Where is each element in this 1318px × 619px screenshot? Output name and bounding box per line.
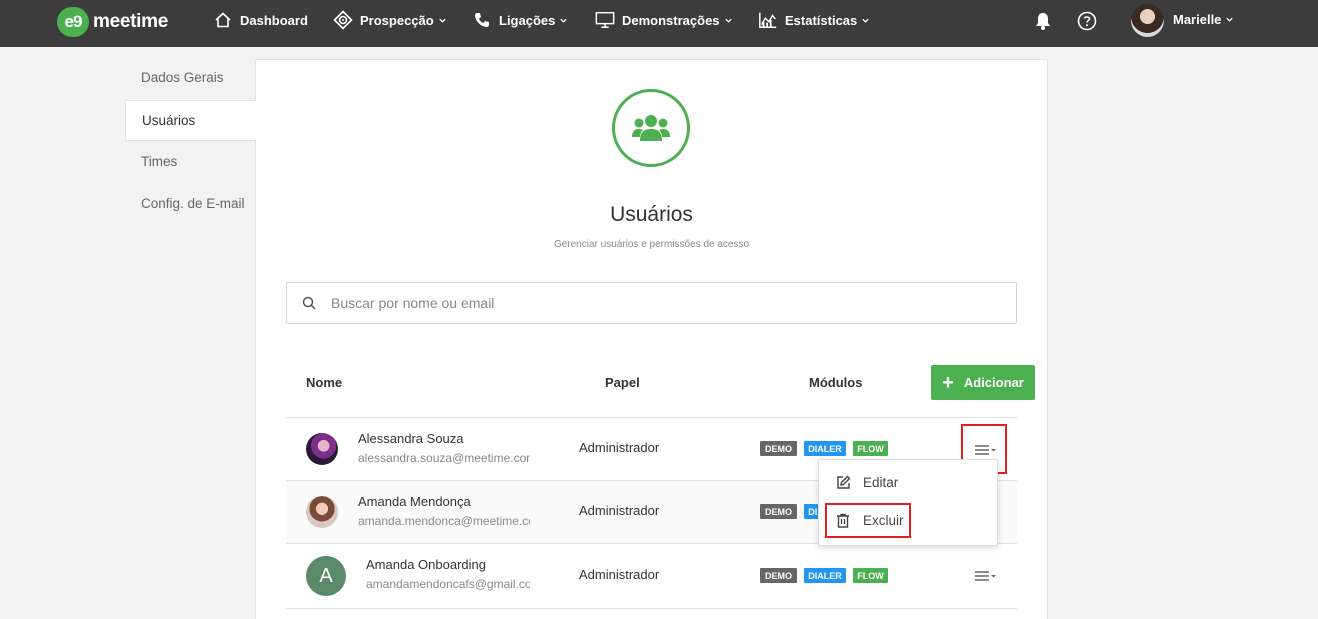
chevron-down-icon xyxy=(862,18,869,23)
nav-estatisticas[interactable]: Estatísticas xyxy=(758,0,870,40)
user-menu[interactable]: Marielle xyxy=(1173,12,1234,27)
nav-demonstracoes-label: Demonstrações xyxy=(622,12,720,28)
user-avatar[interactable] xyxy=(1131,4,1164,37)
chevron-down-icon xyxy=(560,18,568,23)
help-icon[interactable] xyxy=(1076,10,1098,32)
avatar: A xyxy=(306,556,346,596)
chevron-down-icon xyxy=(724,18,732,23)
row-actions-menu-button[interactable] xyxy=(972,569,998,583)
dropdown-item-edit[interactable]: Editar xyxy=(835,471,898,493)
column-header-name: Nome xyxy=(306,375,343,390)
add-user-button-label: Adicionar xyxy=(963,375,1024,390)
user-row-name: Alessandra Souza xyxy=(358,431,464,446)
module-badge-demo: DEMO xyxy=(760,504,797,519)
module-badge-dialer: DIALER xyxy=(804,441,846,456)
crosshair-icon xyxy=(333,10,353,30)
module-badge-dialer: DIALER xyxy=(804,568,846,583)
chevron-down-icon xyxy=(439,18,446,23)
nav-dashboard-label: Dashboard xyxy=(240,12,308,28)
sidebar-item-label: Times xyxy=(141,153,178,169)
sidebar-item-times[interactable]: Times xyxy=(125,141,256,181)
page-subtitle: Gerenciar usuários e permissões de acess… xyxy=(553,239,750,250)
avatar xyxy=(306,433,338,465)
nav-demonstracoes[interactable]: Demonstrações xyxy=(595,0,733,40)
nav-prospeccao-label: Prospecção xyxy=(360,12,434,28)
users-hero-icon xyxy=(612,89,690,167)
highlight-box xyxy=(825,503,911,538)
dropdown-item-edit-label: Editar xyxy=(863,474,899,490)
module-badge-flow: FLOW xyxy=(853,441,888,456)
user-row-role: Administrador xyxy=(579,503,660,518)
module-badge-demo: DEMO xyxy=(760,568,797,583)
user-row-email: alessandra.souza@meetime.com xyxy=(358,451,530,465)
nav-dashboard[interactable]: Dashboard xyxy=(213,0,308,40)
add-user-button[interactable]: + Adicionar xyxy=(931,365,1035,400)
edit-icon xyxy=(835,474,851,490)
avatar xyxy=(306,496,338,528)
home-icon xyxy=(213,10,233,30)
phone-icon xyxy=(472,10,492,30)
plus-icon: + xyxy=(942,371,954,394)
sidebar-item-usuarios[interactable]: Usuários xyxy=(125,100,256,141)
nav-ligacoes[interactable]: Ligações xyxy=(472,0,568,40)
user-row-role: Administrador xyxy=(579,567,660,582)
user-row-role: Administrador xyxy=(579,440,660,455)
menu-icon xyxy=(975,571,996,581)
brand-logo-text: meetime xyxy=(93,11,168,32)
search-input[interactable] xyxy=(331,295,971,311)
search-box[interactable] xyxy=(286,282,1017,324)
sidebar-item-label: Usuários xyxy=(142,113,196,128)
row-divider xyxy=(286,608,1017,609)
user-row-name: Amanda Mendonça xyxy=(358,494,471,509)
nav-estatisticas-label: Estatísticas xyxy=(785,12,858,28)
column-header-role: Papel xyxy=(605,375,640,390)
module-badge-flow: FLOW xyxy=(853,568,888,583)
column-header-modules: Módulos xyxy=(809,375,863,390)
chart-icon xyxy=(758,10,778,30)
chevron-down-icon xyxy=(1226,17,1234,22)
nav-prospeccao[interactable]: Prospecção xyxy=(333,0,447,40)
bell-icon[interactable] xyxy=(1032,10,1054,32)
sidebar-item-label: Dados Gerais xyxy=(141,69,224,85)
sidebar-item-dados-gerais[interactable]: Dados Gerais xyxy=(125,57,256,97)
nav-ligacoes-label: Ligações xyxy=(499,12,556,28)
brand-logo-badge: e9 xyxy=(57,7,89,37)
user-name: Marielle xyxy=(1173,12,1222,27)
page-title: Usuários xyxy=(610,203,693,226)
user-row-name: Amanda Onboarding xyxy=(366,557,486,572)
user-row-email: amandamendoncafs@gmail.com xyxy=(366,577,530,591)
monitor-icon xyxy=(595,10,615,30)
brand-logo[interactable]: e9 meetime xyxy=(57,6,168,38)
user-row-email: amanda.mendonca@meetime.com xyxy=(358,514,530,528)
top-navbar: e9 meetime Dashboard Prospecção Ligações… xyxy=(0,0,1318,47)
users-group-icon xyxy=(632,115,670,141)
table-header-divider xyxy=(286,417,1017,418)
module-badge-demo: DEMO xyxy=(760,441,797,456)
search-icon xyxy=(301,295,317,311)
